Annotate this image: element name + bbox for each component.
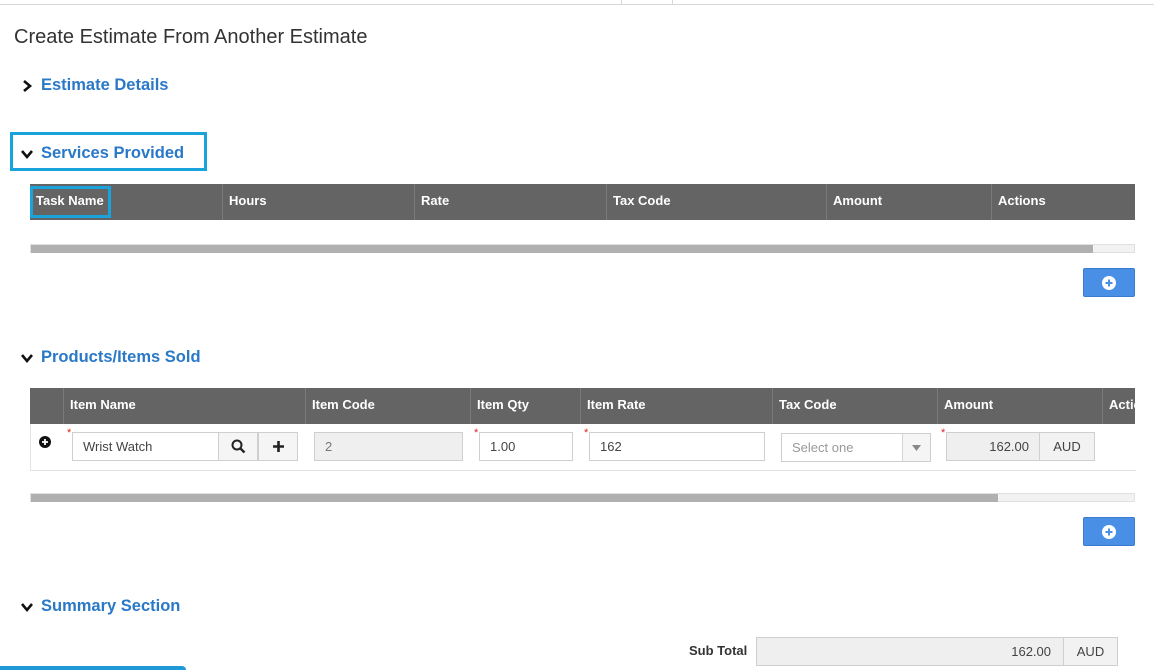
services-table-header: Task Name Hours Rate Tax Code Amount Act… (30, 184, 1135, 220)
item-qty-input[interactable]: 1.00 (479, 432, 573, 461)
required-marker: * (584, 427, 589, 439)
top-tab (621, 0, 673, 4)
amount-field: 162.00 (946, 432, 1040, 461)
top-border (0, 0, 1154, 5)
column-header[interactable]: Hours (222, 184, 414, 220)
add-product-button[interactable] (1083, 517, 1135, 546)
column-header[interactable]: Amount (937, 388, 1102, 424)
section-label: Estimate Details (41, 76, 169, 94)
column-header[interactable]: Rate (414, 184, 606, 220)
caret-down-icon (902, 434, 930, 461)
required-marker: * (941, 427, 946, 439)
tax-code-placeholder: Select one (792, 440, 854, 455)
column-header[interactable]: Actions (1102, 388, 1135, 424)
chevron-right-icon (20, 79, 34, 93)
required-marker: * (474, 427, 479, 439)
required-marker: * (67, 427, 72, 439)
column-header[interactable]: Actions (991, 184, 1135, 220)
plus-circle-icon (1102, 524, 1116, 539)
column-header[interactable]: Item Rate (580, 388, 772, 424)
products-table-header: Item Name Item Code Item Qty Item Rate T… (30, 388, 1135, 424)
section-label: Summary Section (41, 597, 181, 615)
page-title: Create Estimate From Another Estimate (14, 26, 368, 48)
bottom-tab-edge (0, 666, 186, 670)
section-services-provided[interactable]: Services Provided (20, 144, 184, 163)
item-rate-input[interactable]: 162 (589, 432, 765, 461)
sub-total-field: 162.00 (756, 637, 1064, 666)
sub-total-label: Sub Total (689, 643, 748, 658)
item-search-button[interactable] (218, 432, 258, 461)
plus-circle-icon (1102, 275, 1116, 290)
search-icon (231, 439, 245, 454)
section-label: Products/Items Sold (41, 348, 201, 366)
item-name-input[interactable]: Wrist Watch (72, 432, 219, 461)
products-horizontal-scrollbar[interactable] (30, 493, 1135, 502)
highlight-box-task-name (30, 186, 111, 218)
currency-addon: AUD (1039, 432, 1095, 461)
column-header[interactable]: Item Qty (470, 388, 580, 424)
item-code-field: 2 (314, 432, 463, 461)
section-products-sold[interactable]: Products/Items Sold (20, 348, 201, 367)
chevron-down-icon (20, 147, 34, 161)
add-service-button[interactable] (1083, 268, 1135, 297)
plus-icon (272, 441, 284, 452)
chevron-down-icon (20, 600, 34, 614)
expand-row-icon[interactable] (39, 435, 51, 453)
scrollbar-thumb[interactable] (31, 245, 1093, 253)
column-header[interactable]: Amount (826, 184, 991, 220)
section-label: Services Provided (41, 144, 185, 162)
item-add-button[interactable] (258, 432, 298, 461)
services-horizontal-scrollbar[interactable] (30, 244, 1135, 253)
scrollbar-thumb[interactable] (31, 494, 998, 502)
column-header-blank (30, 388, 63, 424)
column-header[interactable]: Item Name (63, 388, 305, 424)
sub-total-currency: AUD (1063, 637, 1118, 666)
section-summary[interactable]: Summary Section (20, 597, 180, 616)
column-header[interactable]: Tax Code (772, 388, 937, 424)
tax-code-select[interactable]: Select one (781, 433, 931, 462)
section-estimate-details[interactable]: Estimate Details (20, 76, 168, 95)
column-header[interactable]: Tax Code (606, 184, 826, 220)
column-header[interactable]: Item Code (305, 388, 470, 424)
chevron-down-icon (20, 351, 34, 365)
